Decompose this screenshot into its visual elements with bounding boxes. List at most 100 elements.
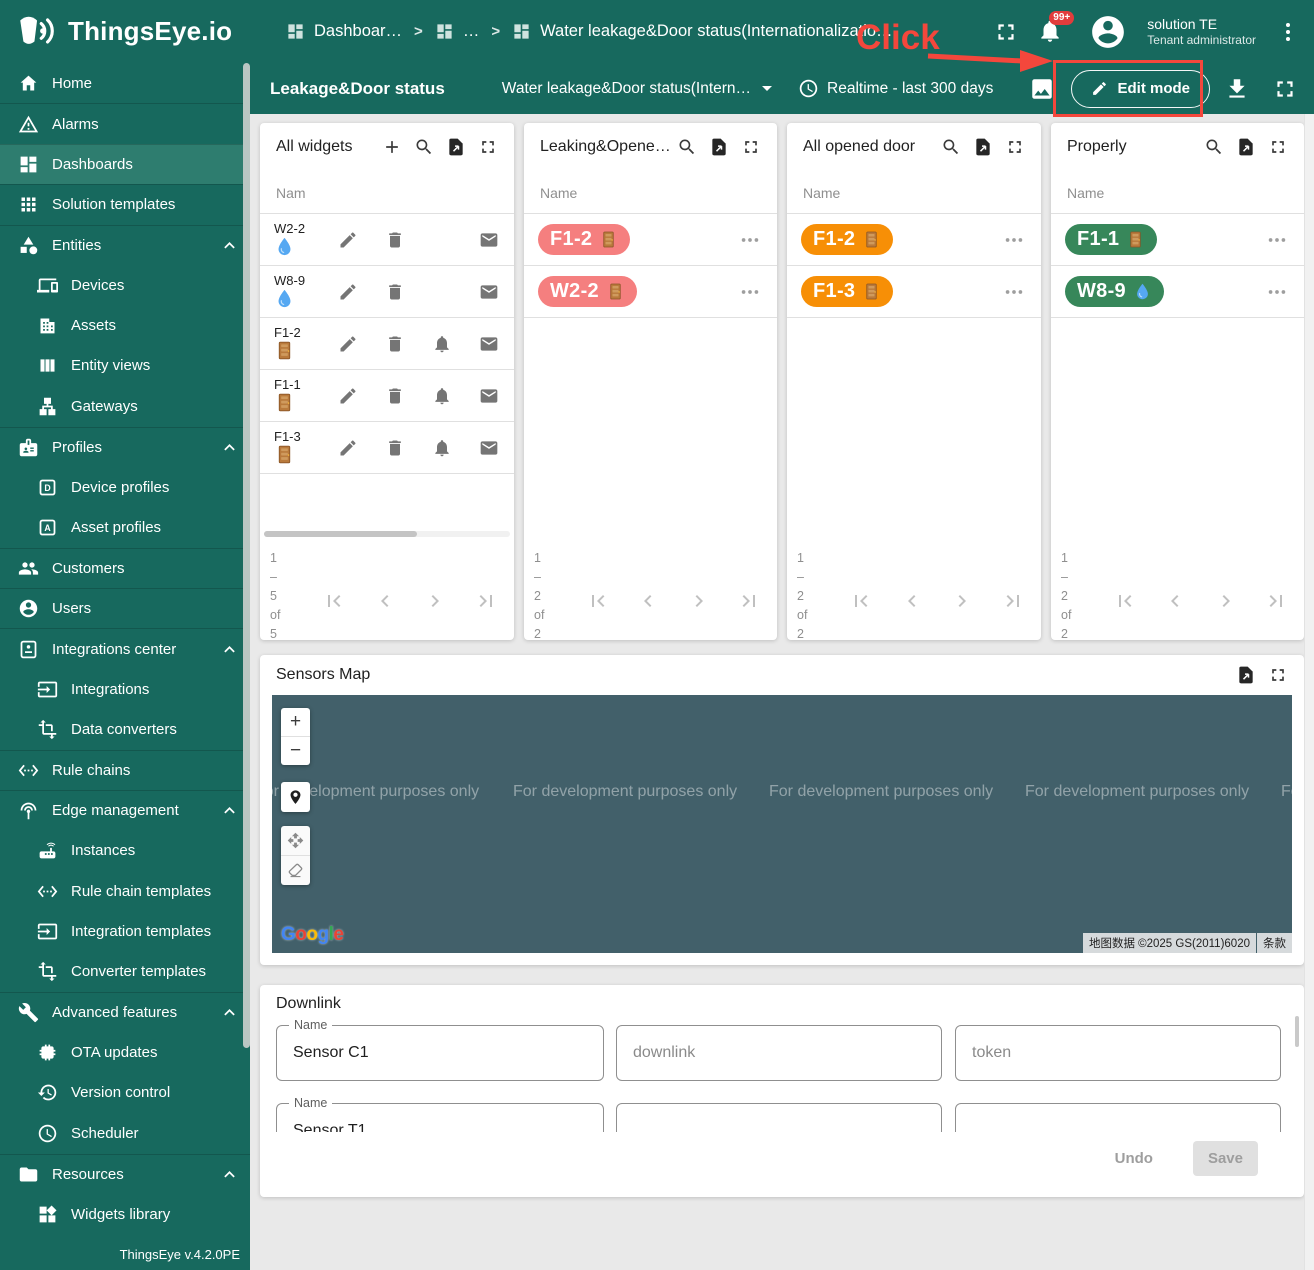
more-horiz-icon[interactable] — [1266, 229, 1288, 251]
email-icon[interactable] — [465, 230, 512, 250]
sidebar-item-rule-chains[interactable]: Rule chains — [0, 750, 250, 790]
fullscreen-icon[interactable] — [1262, 132, 1294, 162]
sidebar-item-resources[interactable]: Resources — [0, 1154, 250, 1194]
sidebar-item-home[interactable]: Home — [0, 63, 250, 103]
fullscreen-icon[interactable] — [993, 19, 1019, 45]
sidebar-item-widgets-library[interactable]: Widgets library — [0, 1194, 250, 1234]
zoom-in-button[interactable]: + — [281, 708, 310, 736]
notifications-button[interactable]: 99+ — [1037, 18, 1065, 46]
search-icon[interactable] — [1198, 132, 1230, 162]
sidebar-item-assets[interactable]: Assets — [0, 305, 250, 345]
sidebar-item-integration-templates[interactable]: Integration templates — [0, 911, 250, 951]
sidebar-item-entities[interactable]: Entities — [0, 225, 250, 265]
breadcrumb-current-dashboard[interactable]: Water leakage&Door status(Internationali… — [512, 22, 892, 41]
edit-icon[interactable] — [324, 282, 371, 302]
widget-scrollbar[interactable] — [1295, 1016, 1299, 1047]
fullscreen-icon[interactable] — [1272, 76, 1298, 102]
sidebar-scrollbar[interactable] — [243, 63, 250, 1048]
first-page-icon[interactable] — [849, 589, 873, 613]
sidebar-item-users[interactable]: Users — [0, 588, 250, 628]
sidebar-item-dashboards[interactable]: Dashboards — [0, 144, 250, 184]
page-scrollbar[interactable] — [1304, 114, 1314, 1270]
sidebar-item-devices[interactable]: Devices — [0, 265, 250, 305]
undo-button[interactable]: Undo — [1109, 1149, 1159, 1168]
search-icon[interactable] — [408, 132, 440, 162]
zoom-out-button[interactable]: − — [281, 737, 310, 765]
scrollbar-thumb[interactable] — [264, 531, 417, 537]
delete-icon[interactable] — [371, 386, 418, 406]
sidebar-item-integrations[interactable]: Integrations — [0, 669, 250, 709]
download-icon[interactable] — [1224, 76, 1250, 102]
token-input[interactable] — [956, 1026, 1280, 1080]
sidebar-item-profiles[interactable]: Profiles — [0, 427, 250, 467]
sidebar-item-rule-chain-templates[interactable]: Rule chain templates — [0, 871, 250, 911]
delete-icon[interactable] — [371, 438, 418, 458]
export-icon[interactable] — [1230, 660, 1262, 690]
sidebar-item-entity-views[interactable]: Entity views — [0, 346, 250, 386]
delete-icon[interactable] — [371, 334, 418, 354]
sidebar-item-gateways[interactable]: Gateways — [0, 386, 250, 426]
sidebar-item-alarms[interactable]: Alarms — [0, 103, 250, 143]
edit-mode-button[interactable]: Edit mode — [1071, 70, 1210, 108]
sidebar-item-version-control[interactable]: Version control — [0, 1073, 250, 1113]
first-page-icon[interactable] — [1113, 589, 1137, 613]
breadcrumb-group[interactable]: … — [435, 22, 480, 41]
sidebar-item-device-profiles[interactable]: Device profiles — [0, 467, 250, 507]
bell-icon[interactable] — [418, 334, 465, 354]
email-icon[interactable] — [465, 282, 512, 302]
edit-icon[interactable] — [324, 334, 371, 354]
app-logo[interactable]: ThingsEye.io — [0, 11, 250, 53]
more-horiz-icon[interactable] — [739, 229, 761, 251]
bell-icon[interactable] — [418, 438, 465, 458]
google-logo[interactable]: Google — [281, 924, 343, 946]
sidebar-item-asset-profiles[interactable]: Asset profiles — [0, 507, 250, 547]
fullscreen-icon[interactable] — [1262, 660, 1294, 690]
sidebar-item-instances[interactable]: Instances — [0, 830, 250, 870]
prev-page-icon[interactable] — [373, 589, 397, 613]
next-page-icon[interactable] — [950, 589, 974, 613]
bell-icon[interactable] — [418, 386, 465, 406]
fullscreen-icon[interactable] — [999, 132, 1031, 162]
avatar[interactable] — [1089, 13, 1127, 51]
more-horiz-icon[interactable] — [1266, 281, 1288, 303]
email-icon[interactable] — [465, 334, 512, 354]
dashboard-select[interactable]: Water leakage&Door status(Intern… — [502, 80, 772, 98]
token-input[interactable] — [956, 1104, 1280, 1132]
export-icon[interactable] — [967, 132, 999, 162]
time-window-button[interactable]: Realtime - last 300 days — [798, 78, 993, 99]
pan-button[interactable] — [281, 826, 310, 855]
last-page-icon[interactable] — [1001, 589, 1025, 613]
email-icon[interactable] — [465, 438, 512, 458]
save-button[interactable]: Save — [1193, 1141, 1258, 1176]
add-entity-button[interactable] — [376, 132, 408, 162]
prev-page-icon[interactable] — [900, 589, 924, 613]
more-vert-icon[interactable] — [1276, 20, 1300, 44]
breadcrumb-dashboards[interactable]: Dashboar… — [286, 22, 402, 41]
downlink-input[interactable] — [617, 1026, 941, 1080]
first-page-icon[interactable] — [322, 589, 346, 613]
email-icon[interactable] — [465, 386, 512, 406]
search-icon[interactable] — [671, 132, 703, 162]
edit-icon[interactable] — [324, 230, 371, 250]
sidebar-item-data-converters[interactable]: Data converters — [0, 709, 250, 749]
downlink-input[interactable] — [617, 1104, 941, 1132]
last-page-icon[interactable] — [474, 589, 498, 613]
prev-page-icon[interactable] — [636, 589, 660, 613]
last-page-icon[interactable] — [737, 589, 761, 613]
google-map[interactable]: For development purposes only For develo… — [272, 695, 1292, 953]
edit-icon[interactable] — [324, 386, 371, 406]
map-terms-link[interactable]: 条款 — [1257, 933, 1292, 953]
sidebar-item-converter-templates[interactable]: Converter templates — [0, 952, 250, 992]
image-export-icon[interactable] — [1029, 76, 1055, 102]
more-horiz-icon[interactable] — [1003, 229, 1025, 251]
erase-button[interactable] — [281, 856, 310, 885]
name-input[interactable] — [277, 1026, 603, 1080]
next-page-icon[interactable] — [423, 589, 447, 613]
next-page-icon[interactable] — [687, 589, 711, 613]
fullscreen-icon[interactable] — [472, 132, 504, 162]
last-page-icon[interactable] — [1264, 589, 1288, 613]
sidebar-item-customers[interactable]: Customers — [0, 548, 250, 588]
export-icon[interactable] — [440, 132, 472, 162]
more-horiz-icon[interactable] — [1003, 281, 1025, 303]
first-page-icon[interactable] — [586, 589, 610, 613]
